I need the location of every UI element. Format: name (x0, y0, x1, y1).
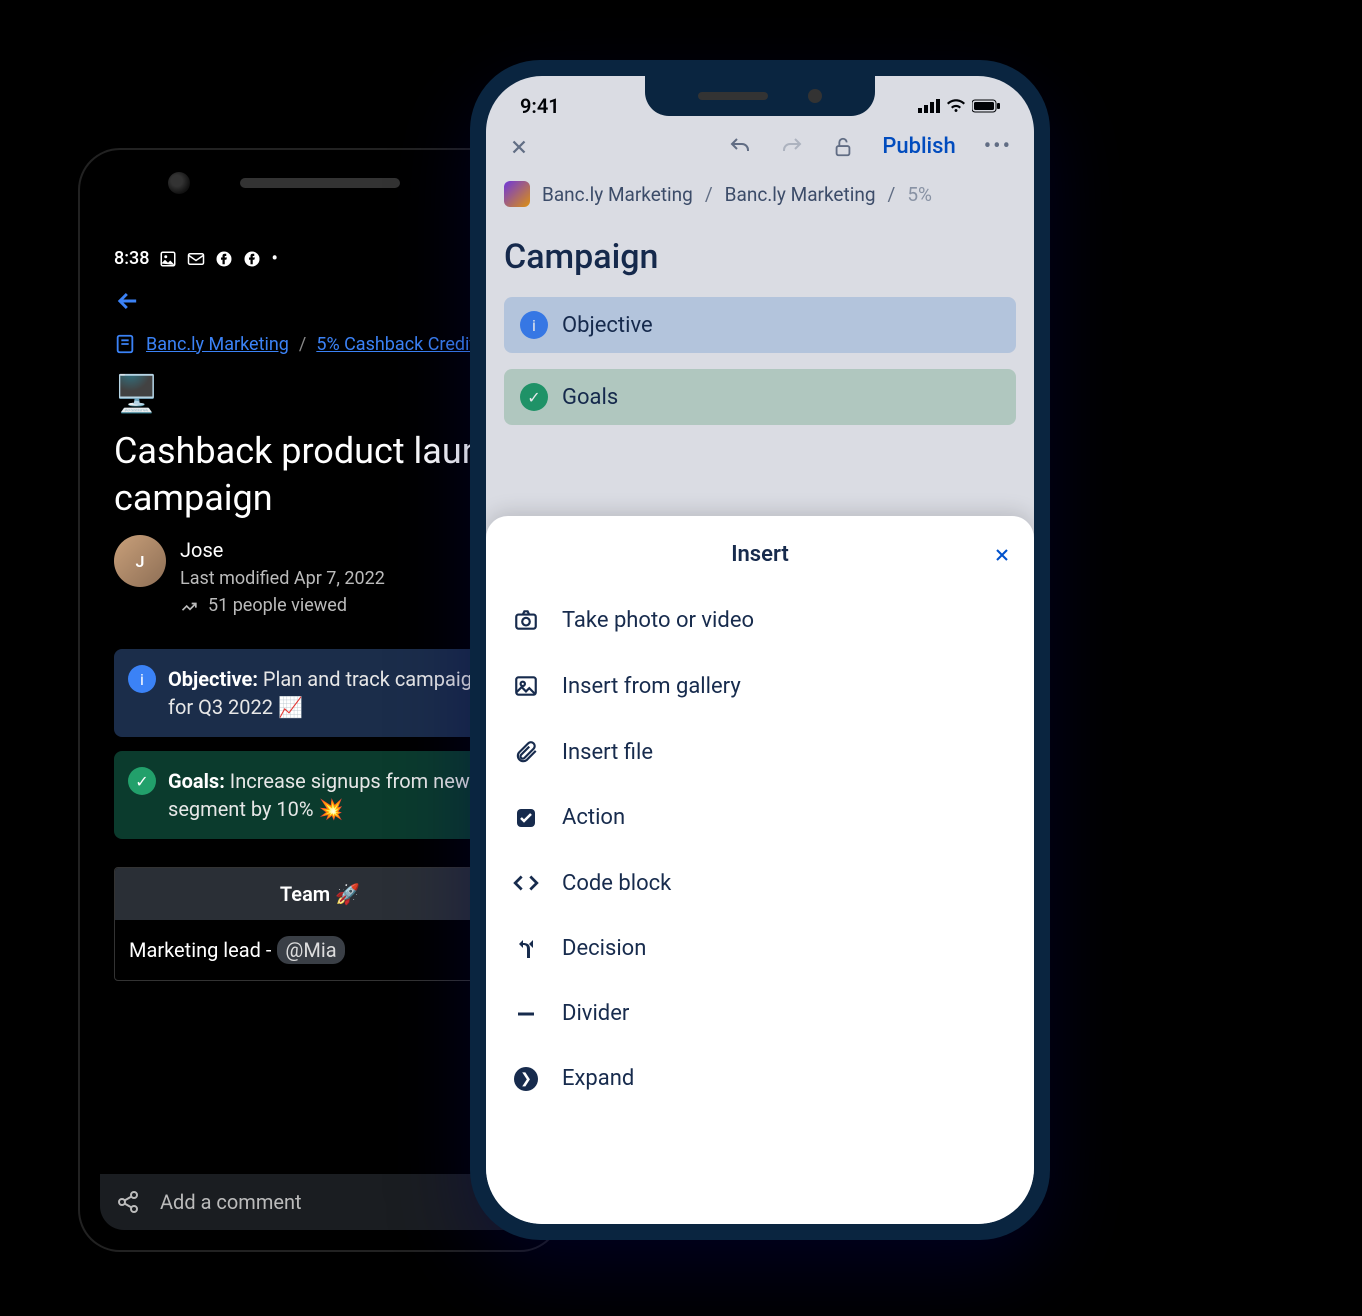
menu-label: Code block (562, 871, 671, 896)
insert-menu: Take photo or video Insert from gallery … (486, 587, 1034, 1111)
mail-icon (187, 250, 205, 268)
menu-expand[interactable]: ❯ Expand (486, 1046, 1034, 1111)
menu-take-photo[interactable]: Take photo or video (486, 587, 1034, 653)
author-avatar[interactable]: J (114, 535, 166, 587)
iphone-notch (645, 76, 875, 116)
code-icon (512, 870, 540, 896)
view-count: 51 people viewed (208, 592, 347, 619)
facebook-icon (215, 250, 233, 268)
notch-camera (808, 89, 822, 103)
back-button[interactable] (114, 287, 142, 315)
menu-label: Divider (562, 1001, 629, 1026)
team-table-row[interactable]: Marketing lead - @Mia (115, 920, 525, 980)
iphone-device-frame: 9:41 (470, 60, 1050, 1240)
sheet-close-button[interactable] (992, 545, 1012, 565)
team-table-header: Team 🚀 (115, 868, 525, 920)
menu-label: Action (562, 805, 625, 830)
status-dot-icon: • (271, 248, 277, 269)
breadcrumb-separator: / (299, 334, 306, 355)
divider-icon (512, 1002, 540, 1026)
android-speaker-bar (240, 178, 400, 188)
camera-icon (512, 607, 540, 633)
share-icon[interactable] (116, 1190, 140, 1214)
menu-label: Insert file (562, 740, 653, 765)
objective-panel[interactable]: i Objective: Plan and track campaign for… (114, 649, 526, 737)
android-camera-dot (168, 172, 190, 194)
android-status-time: 8:38 (114, 248, 149, 269)
menu-divider[interactable]: Divider (486, 981, 1034, 1046)
redo-button[interactable] (780, 135, 804, 159)
checkbox-icon (512, 806, 540, 830)
page-title-text: Cashback product launch campaign (114, 428, 526, 522)
menu-action[interactable]: Action (486, 785, 1034, 850)
menu-code-block[interactable]: Code block (486, 850, 1034, 916)
menu-label: Expand (562, 1066, 634, 1091)
menu-label: Take photo or video (562, 608, 754, 633)
menu-insert-file[interactable]: Insert file (486, 719, 1034, 785)
menu-insert-gallery[interactable]: Insert from gallery (486, 653, 1034, 719)
author-name: Jose (180, 535, 385, 565)
sheet-title: Insert (731, 542, 789, 567)
team-table: Team 🚀 Marketing lead - @Mia (114, 867, 526, 981)
breadcrumb-space-link[interactable]: Banc.ly Marketing (146, 334, 289, 355)
user-mention[interactable]: @Mia (277, 936, 344, 964)
info-icon: i (128, 665, 156, 693)
last-modified: Last modified Apr 7, 2022 (180, 565, 385, 592)
expand-icon: ❯ (512, 1067, 540, 1091)
menu-decision[interactable]: Decision (486, 916, 1034, 981)
facebook-icon (243, 250, 261, 268)
android-status-icons: • (159, 248, 277, 269)
goals-label: Goals: (168, 769, 225, 793)
notch-speaker (698, 92, 768, 100)
menu-label: Insert from gallery (562, 674, 741, 699)
insert-sheet: Insert Take photo or video Insert from g (486, 516, 1034, 1224)
iphone-screen: 9:41 (486, 76, 1034, 1224)
menu-label: Decision (562, 936, 646, 961)
objective-label: Objective: (168, 667, 258, 691)
monitor-emoji-icon: 🖥️ (114, 371, 159, 418)
add-comment-input[interactable]: Add a comment (160, 1190, 302, 1214)
page-icon (114, 333, 136, 355)
decision-icon (512, 937, 540, 961)
attachment-icon (512, 739, 540, 765)
image-icon (159, 250, 177, 268)
check-icon: ✓ (128, 767, 156, 795)
analytics-icon (180, 596, 200, 616)
team-row-label: Marketing lead - (129, 938, 271, 962)
breadcrumb-parent-link[interactable]: 5% Cashback Credit (316, 334, 475, 355)
goals-panel[interactable]: ✓ Goals: Increase signups from new segme… (114, 751, 526, 839)
image-icon (512, 673, 540, 699)
